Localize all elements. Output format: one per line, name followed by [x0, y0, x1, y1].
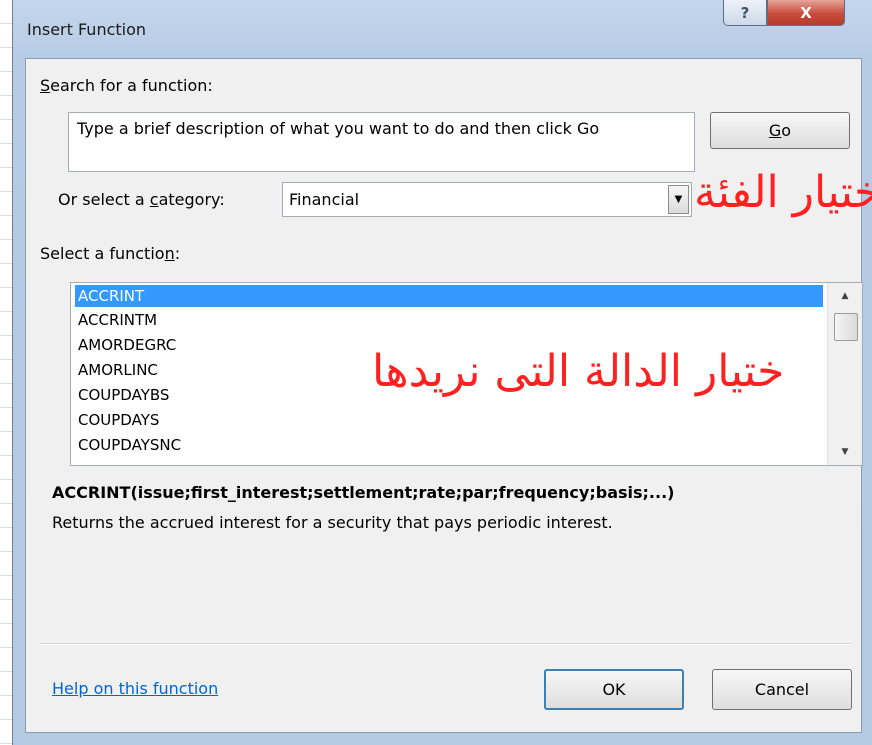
help-button[interactable]: ?	[723, 0, 767, 26]
divider	[40, 643, 852, 645]
list-item[interactable]: COUPDAYSNC	[75, 434, 823, 456]
list-scrollbar[interactable]: ▲ ▼	[827, 283, 862, 465]
dialog-title: Insert Function	[27, 20, 147, 39]
category-select[interactable]: Financial ▼	[282, 182, 692, 217]
title-bar[interactable]: Insert Function ? X	[13, 0, 872, 58]
category-annotation: ختيار الفئة	[694, 167, 872, 218]
function-label: Select a function:	[40, 244, 181, 263]
insert-function-dialog: Insert Function ? X Search for a functio…	[12, 0, 872, 745]
function-description: Returns the accrued interest for a secur…	[52, 513, 613, 532]
list-item[interactable]: ACCRINTM	[75, 309, 823, 331]
list-item[interactable]: ACCRINT	[75, 285, 823, 307]
dropdown-arrow-icon[interactable]: ▼	[668, 185, 689, 214]
scroll-thumb[interactable]	[834, 313, 858, 341]
close-button[interactable]: X	[767, 0, 845, 26]
help-on-function-link[interactable]: Help on this function	[52, 679, 218, 698]
ok-button[interactable]: OK	[544, 669, 684, 710]
go-button[interactable]: Go	[710, 112, 850, 149]
category-value: Financial	[289, 190, 360, 209]
question-icon: ?	[740, 3, 750, 22]
function-syntax: ACCRINT(issue;first_interest;settlement;…	[52, 483, 675, 502]
search-label: Search for a function:	[40, 76, 213, 95]
function-annotation: ختيار الدالة التى نريدها	[372, 346, 785, 397]
cancel-button[interactable]: Cancel	[712, 669, 852, 710]
category-label: Or select a category:	[58, 190, 225, 209]
close-icon: X	[800, 3, 812, 22]
list-item[interactable]: COUPDAYS	[75, 409, 823, 431]
search-input[interactable]: Type a brief description of what you wan…	[68, 112, 695, 172]
scroll-down-arrow-icon[interactable]: ▼	[828, 441, 862, 463]
dialog-body: Search for a function: Type a brief desc…	[25, 58, 872, 733]
scroll-up-arrow-icon[interactable]: ▲	[828, 285, 862, 307]
